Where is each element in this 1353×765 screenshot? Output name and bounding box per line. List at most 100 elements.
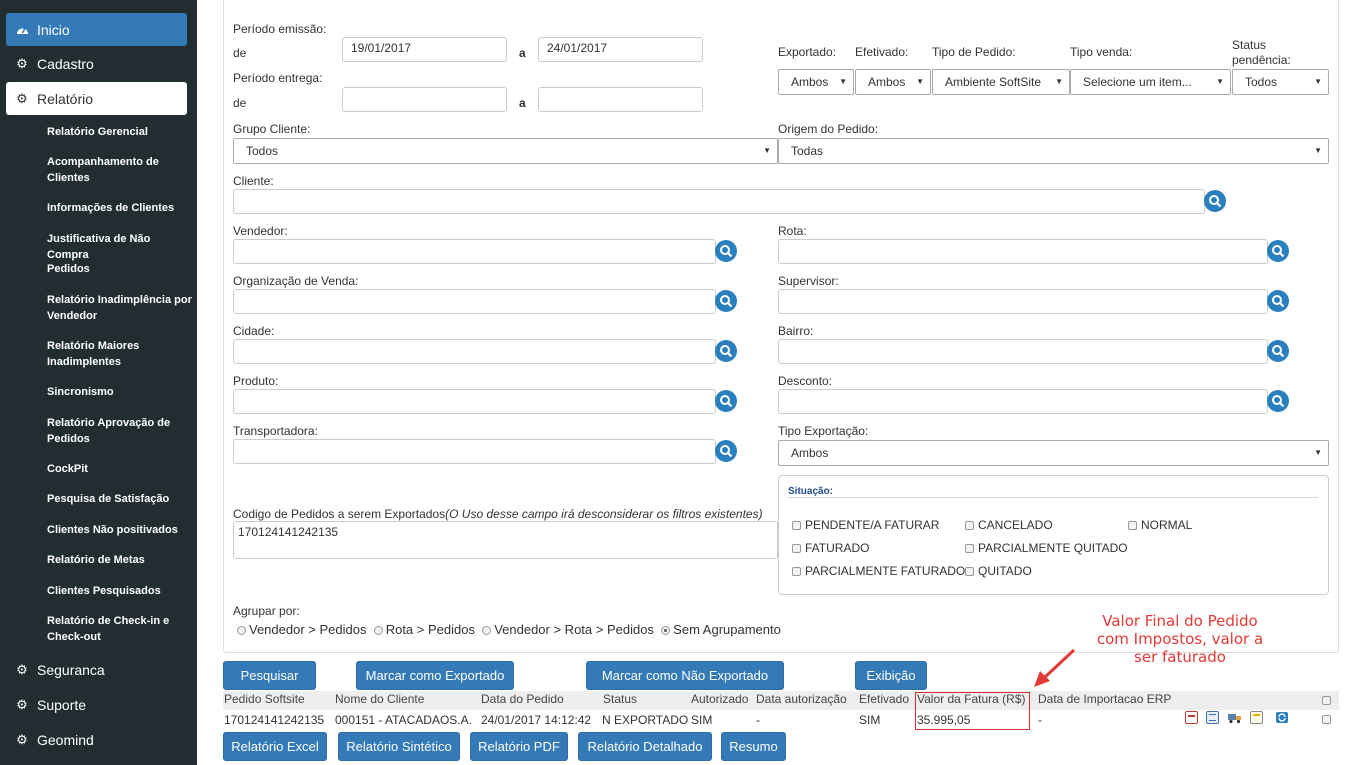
select-all-checkbox[interactable] — [1322, 696, 1331, 705]
grupo-cliente-select[interactable]: Todos ▼ — [233, 138, 778, 164]
nav-seguranca[interactable]: ⚙ Seguranca — [6, 653, 187, 686]
transportadora-input[interactable] — [233, 439, 716, 464]
situacao-quitado[interactable]: QUITADO — [965, 564, 1032, 578]
entrega-de-input[interactable] — [342, 87, 507, 112]
col-nome-cliente[interactable]: Nome do Cliente — [335, 692, 424, 706]
nav-suporte[interactable]: ⚙ Suporte — [6, 688, 187, 721]
subnav-maiores-inadimplentes[interactable]: Relatório Maiores Inadimplentes — [47, 338, 192, 370]
radio-sem-agrupamento[interactable]: Sem Agrupamento — [661, 622, 781, 637]
marcar-exportado-button[interactable]: Marcar como Exportado — [356, 661, 514, 690]
desconto-input[interactable] — [778, 389, 1268, 414]
subnav-informacoes-clientes[interactable]: Informações de Clientes — [47, 200, 192, 216]
efetivado-select[interactable]: Ambos ▼ — [855, 69, 931, 95]
radio[interactable] — [661, 626, 671, 636]
checkbox[interactable] — [1128, 521, 1137, 531]
search-icon[interactable] — [715, 390, 737, 412]
col-status[interactable]: Status — [603, 692, 637, 706]
exportado-select[interactable]: Ambos ▼ — [778, 69, 854, 95]
codigo-textarea[interactable]: 170124141242135 — [233, 521, 778, 559]
subnav-acompanhamento-clientes[interactable]: Acompanhamento de Clientes — [47, 154, 192, 186]
search-icon[interactable] — [1267, 340, 1289, 362]
emissao-ate-input[interactable]: 24/01/2017 — [538, 37, 703, 62]
col-data-autorizacao[interactable]: Data autorização — [756, 692, 847, 706]
produto-input[interactable] — [233, 389, 716, 414]
pesquisar-button[interactable]: Pesquisar — [223, 661, 316, 690]
checkbox[interactable] — [792, 544, 801, 554]
subnav-sincronismo[interactable]: Sincronismo — [47, 384, 192, 400]
note-icon[interactable] — [1250, 711, 1263, 724]
radio-vendedor-pedidos[interactable]: Vendedor > Pedidos — [237, 622, 366, 637]
search-icon[interactable] — [1267, 240, 1289, 262]
checkbox[interactable] — [965, 544, 974, 554]
nav-inicio[interactable]: Inicio — [6, 13, 187, 46]
checkbox[interactable] — [965, 567, 974, 577]
subnav-clientes-pesquisados[interactable]: Clientes Pesquisados — [47, 583, 192, 599]
marcar-nao-exportado-button[interactable]: Marcar como Não Exportado — [586, 661, 784, 690]
subnav-relatorio-metas[interactable]: Relatório de Metas — [47, 552, 192, 568]
tipo-exportacao-select[interactable]: Ambos ▼ — [778, 440, 1329, 466]
col-efetivado[interactable]: Efetivado — [859, 692, 909, 706]
org-venda-input[interactable] — [233, 289, 716, 314]
subnav-checkin-checkout[interactable]: Relatório de Check-in e Check-out — [47, 613, 192, 645]
search-icon[interactable] — [1204, 190, 1226, 212]
relatorio-pdf-button[interactable]: Relatório PDF — [470, 732, 568, 761]
subnav-justificativa-nao-compra[interactable]: Justificativa de Não Compra — [47, 231, 192, 263]
relatorio-excel-button[interactable]: Relatório Excel — [223, 732, 327, 761]
sync-icon[interactable] — [1275, 711, 1288, 724]
subnav-cockpit[interactable]: CockPit — [47, 461, 192, 477]
relatorio-detalhado-button[interactable]: Relatório Detalhado — [578, 732, 712, 761]
subnav-pedidos[interactable]: Pedidos — [47, 261, 192, 277]
resumo-button[interactable]: Resumo — [721, 732, 786, 761]
search-icon[interactable] — [1267, 390, 1289, 412]
situacao-pendente[interactable]: PENDENTE/A FATURAR — [792, 518, 939, 532]
row-checkbox[interactable] — [1322, 715, 1331, 724]
truck-icon[interactable] — [1228, 711, 1241, 724]
relatorio-sintetico-button[interactable]: Relatório Sintético — [338, 732, 460, 761]
origem-pedido-select[interactable]: Todas ▼ — [778, 138, 1329, 164]
situacao-faturado[interactable]: FATURADO — [792, 541, 869, 555]
checkbox[interactable] — [965, 521, 974, 531]
emissao-de-input[interactable]: 19/01/2017 — [342, 37, 507, 62]
search-icon[interactable] — [715, 340, 737, 362]
tipo-pedido-select[interactable]: Ambiente SoftSite ▼ — [932, 69, 1070, 95]
radio-vendedor-rota-pedidos[interactable]: Vendedor > Rota > Pedidos — [482, 622, 654, 637]
vendedor-input[interactable] — [233, 239, 716, 264]
situacao-normal[interactable]: NORMAL — [1128, 518, 1192, 532]
radio[interactable] — [373, 626, 383, 636]
exibicao-button[interactable]: Exibição — [855, 661, 927, 690]
cliente-input[interactable] — [233, 189, 1205, 214]
search-icon[interactable] — [715, 290, 737, 312]
bairro-input[interactable] — [778, 339, 1268, 364]
col-data-importacao[interactable]: Data de Importacao ERP — [1038, 692, 1171, 706]
subnav-relatorio-gerencial[interactable]: Relatório Gerencial — [47, 124, 192, 140]
checkbox[interactable] — [792, 567, 801, 577]
subnav-pesquisa-satisfacao[interactable]: Pesquisa de Satisfação — [47, 491, 192, 507]
rota-input[interactable] — [778, 239, 1268, 264]
entrega-ate-input[interactable] — [538, 87, 703, 112]
subnav-clientes-nao-positivados[interactable]: Clientes Não positivados — [47, 522, 192, 538]
tipo-venda-select[interactable]: Selecione um item... ▼ — [1070, 69, 1231, 95]
subnav-aprovacao-pedidos[interactable]: Relatório Aprovação de Pedidos — [47, 415, 192, 447]
nav-relatorio[interactable]: ⚙ Relatório — [6, 82, 187, 115]
nav-geomind[interactable]: ⚙ Geomind — [6, 723, 187, 756]
col-pedido-softsite[interactable]: Pedido Softsite — [224, 692, 305, 706]
col-autorizado[interactable]: Autorizado — [691, 692, 748, 706]
situacao-cancelado[interactable]: CANCELADO — [965, 518, 1053, 532]
cidade-input[interactable] — [233, 339, 716, 364]
status-pendencia-select[interactable]: Todos ▼ — [1232, 69, 1329, 95]
checkbox[interactable] — [792, 521, 801, 531]
col-data-pedido[interactable]: Data do Pedido — [481, 692, 564, 706]
search-icon[interactable] — [1267, 290, 1289, 312]
situacao-parcialmente-faturado[interactable]: PARCIALMENTE FATURADO — [792, 564, 965, 578]
subnav-inadimplencia-vendedor[interactable]: Relatório Inadimplência por Vendedor — [47, 292, 192, 324]
situacao-parcialmente-quitado[interactable]: PARCIALMENTE QUITADO — [965, 541, 1128, 555]
radio[interactable] — [482, 626, 492, 636]
radio-rota-pedidos[interactable]: Rota > Pedidos — [373, 622, 475, 637]
document-icon[interactable] — [1206, 711, 1219, 724]
nav-cadastro[interactable]: ⚙ Cadastro — [6, 47, 187, 80]
radio[interactable] — [237, 626, 246, 636]
search-icon[interactable] — [715, 240, 737, 262]
search-icon[interactable] — [715, 440, 737, 462]
supervisor-input[interactable] — [778, 289, 1268, 314]
pdf-icon[interactable] — [1185, 711, 1198, 724]
